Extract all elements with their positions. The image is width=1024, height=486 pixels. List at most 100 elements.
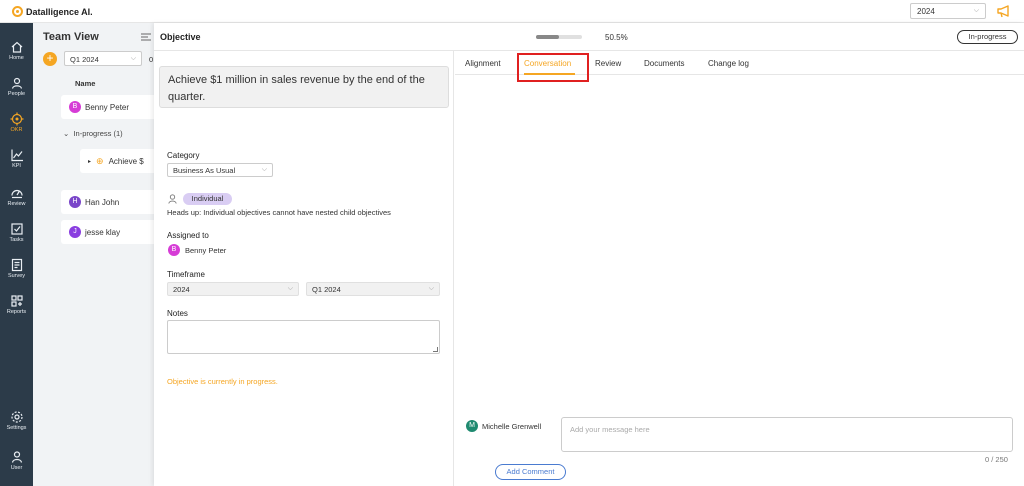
timeframe-year-select[interactable]: 2024 ⌵ [167, 282, 299, 296]
column-header-name: Name [75, 79, 96, 88]
timeframe-label: Timeframe [167, 270, 205, 279]
tab-change-log[interactable]: Change log [708, 59, 749, 68]
sidebar-item-people[interactable]: People [0, 69, 33, 103]
list-filter-icon[interactable] [141, 33, 151, 41]
notes-label: Notes [167, 309, 188, 318]
sidebar-item-label: KPI [12, 162, 21, 169]
assigned-label: Assigned to [167, 231, 209, 240]
review-icon [10, 189, 23, 198]
sidebar-item-label: People [7, 90, 26, 97]
people-icon [11, 77, 22, 89]
member-row[interactable]: J jesse klay [61, 220, 161, 244]
commenter: M Michelle Grenwell [466, 420, 541, 432]
sidebar-item-review[interactable]: Review [0, 179, 33, 213]
message-input[interactable]: Add your message here [561, 417, 1013, 452]
progress-percent: 50.5% [605, 33, 628, 42]
avatar: B [69, 101, 81, 113]
reports-icon [10, 294, 23, 307]
sidebar-item-label: Survey [7, 272, 26, 279]
chevron-down-icon: ⌵ [287, 285, 293, 292]
resize-handle-icon[interactable] [433, 347, 438, 352]
objective-row[interactable]: ▸ ⊕ Achieve $ [80, 149, 165, 173]
team-view: Team View + Q1 2024 ⌵ 0 Name B Benny Pet… [33, 23, 165, 486]
member-row[interactable]: B Benny Peter [61, 95, 161, 119]
sidebar-item-kpi[interactable]: KPI [0, 141, 33, 175]
avatar: M [466, 420, 478, 432]
year-select[interactable]: 2024 ⌵ [910, 3, 986, 19]
sidebar-item-user[interactable]: User [0, 443, 33, 477]
avatar: J [69, 226, 81, 238]
team-view-title: Team View [43, 31, 99, 43]
survey-icon [11, 258, 22, 271]
member-name: Han John [85, 197, 120, 207]
add-objective-button[interactable]: + [43, 52, 57, 66]
caret-right-icon: ▸ [88, 158, 92, 165]
tab-documents[interactable]: Documents [644, 59, 684, 68]
progress-fill [536, 35, 560, 39]
sidebar-item-label: User [10, 464, 23, 471]
sidebar-item-label: Home [9, 54, 24, 61]
notes-textarea[interactable] [167, 320, 440, 354]
highlight-box [517, 53, 589, 82]
group-toggle[interactable]: ⌄ In-progress (1) [63, 129, 123, 138]
top-bar: Datalligence AI. 2024 ⌵ [0, 0, 1024, 23]
user-icon [11, 450, 22, 463]
avatar: B [168, 244, 180, 256]
timeframe-year-value: 2024 [173, 284, 190, 294]
sidebar-item-label: Review [7, 200, 26, 207]
chevron-down-icon: ⌵ [428, 285, 434, 292]
objective-details: Achieve $1 million in sales revenue by t… [154, 51, 454, 486]
add-comment-button[interactable]: Add Comment [495, 464, 566, 480]
brand-name: Datalligence AI. [26, 6, 93, 17]
okr-icon: ⊕ [96, 155, 104, 166]
assignee-name: Benny Peter [185, 245, 227, 255]
sidebar: Home People OKR KPI Review Tasks Survey … [0, 23, 33, 486]
quarter-select[interactable]: Q1 2024 ⌵ [64, 51, 142, 66]
sidebar-item-reports[interactable]: Reports [0, 287, 33, 321]
okr-icon [10, 112, 23, 125]
group-label: In-progress (1) [73, 129, 123, 138]
person-icon [168, 194, 177, 204]
commenter-name: Michelle Grenwell [482, 421, 542, 431]
sidebar-item-label: Reports [6, 308, 27, 315]
tab-alignment[interactable]: Alignment [465, 59, 501, 68]
sidebar-item-label: Tasks [9, 236, 24, 243]
category-select[interactable]: Business As Usual ⌵ [167, 163, 273, 177]
logo-icon [12, 6, 23, 17]
objective-tabs-area: Alignment Conversation Review Documents … [455, 51, 1024, 486]
sidebar-item-home[interactable]: Home [0, 33, 33, 67]
settings-icon [10, 410, 23, 423]
status-message: Objective is currently in progress. [167, 377, 278, 386]
timeframe-quarter-select[interactable]: Q1 2024 ⌵ [306, 282, 440, 296]
progress-bar [536, 35, 582, 39]
timeframe-quarter-value: Q1 2024 [312, 284, 341, 294]
avatar: H [69, 196, 81, 208]
panel-title: Objective [160, 32, 201, 42]
quarter-select-value: Q1 2024 [70, 55, 99, 64]
assignee[interactable]: B Benny Peter [168, 244, 226, 256]
year-select-value: 2024 [917, 6, 935, 16]
brand-logo[interactable]: Datalligence AI. [12, 6, 93, 17]
sidebar-item-okr[interactable]: OKR [0, 105, 33, 139]
truncated-text: 0 [149, 55, 154, 64]
headsup-note: Heads up: Individual objectives cannot h… [167, 208, 391, 217]
category-label: Category [167, 151, 200, 160]
chevron-down-icon: ⌵ [973, 7, 979, 14]
member-row[interactable]: H Han John [61, 190, 161, 214]
member-name: Benny Peter [85, 102, 130, 112]
status-badge[interactable]: In-progress [957, 30, 1018, 44]
sidebar-item-label: Settings [6, 424, 27, 431]
objective-panel: Objective 50.5% In-progress Achieve $1 m… [154, 23, 1024, 486]
sidebar-item-settings[interactable]: Settings [0, 403, 33, 437]
sidebar-item-survey[interactable]: Survey [0, 251, 33, 285]
tab-review[interactable]: Review [595, 59, 621, 68]
objective-title-field[interactable]: Achieve $1 million in sales revenue by t… [159, 66, 449, 108]
tasks-icon [10, 222, 23, 235]
objective-name: Achieve $ [108, 156, 144, 166]
sidebar-item-tasks[interactable]: Tasks [0, 215, 33, 249]
chevron-down-icon: ⌄ [63, 129, 70, 138]
megaphone-icon[interactable] [996, 3, 1012, 19]
home-icon [11, 41, 22, 53]
objective-type-badge: Individual [183, 193, 232, 205]
member-name: jesse klay [85, 227, 121, 237]
